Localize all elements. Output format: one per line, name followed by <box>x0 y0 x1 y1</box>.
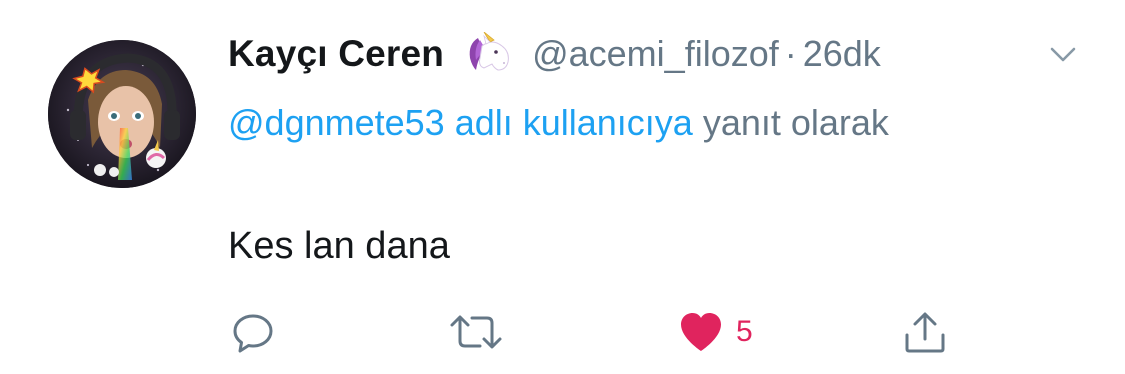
tweet-actions: 5 <box>0 300 1125 364</box>
display-name[interactable]: Kayçı Ceren <box>228 33 444 75</box>
reply-button[interactable] <box>230 308 276 356</box>
share-button[interactable] <box>902 308 948 356</box>
tweet-header: Kayçı Ceren @acemi_filozof · 26dk <box>228 30 881 78</box>
separator-dot: · <box>784 33 797 74</box>
like-button[interactable]: 5 <box>678 308 753 356</box>
reply-icon <box>230 309 276 355</box>
chevron-down-icon[interactable] <box>1046 42 1080 68</box>
tweet-text: Kes lan dana <box>228 225 450 267</box>
avatar[interactable] <box>48 40 196 188</box>
unicorn-emoji-icon <box>462 31 514 76</box>
retweet-button[interactable] <box>448 308 504 356</box>
reply-mention-link[interactable]: @dgnmete53 adlı kullanıcıya <box>228 102 693 143</box>
retweet-icon <box>448 309 504 355</box>
tweet-timestamp[interactable]: 26dk <box>803 33 881 75</box>
reply-context-suffix: yanıt olarak <box>692 102 889 143</box>
like-count: 5 <box>736 315 753 348</box>
share-icon <box>902 309 948 355</box>
heart-icon <box>678 311 724 353</box>
user-handle[interactable]: @acemi_filozof <box>532 33 779 75</box>
reply-context: @dgnmete53 adlı kullanıcıya yanıt olarak <box>228 92 988 154</box>
